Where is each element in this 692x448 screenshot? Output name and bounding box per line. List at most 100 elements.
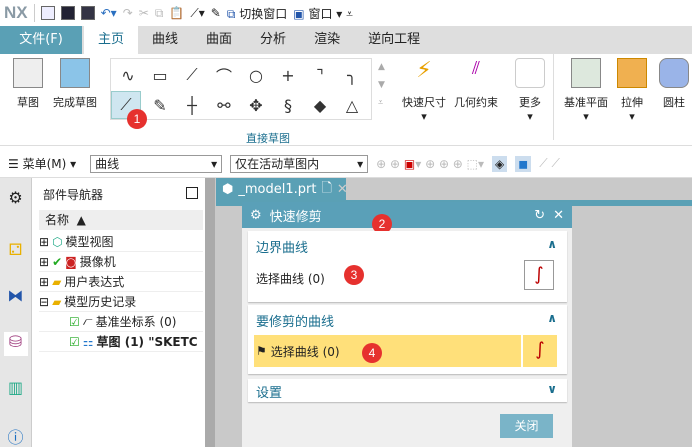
rectangle-icon[interactable]: ▭ — [145, 61, 175, 89]
collapse-icon[interactable]: ∧ — [547, 311, 557, 325]
tree-item-label: 模型视图 — [65, 235, 114, 249]
touch-mode-icon[interactable]: ✎ — [211, 6, 221, 20]
sketch-tool-icon[interactable]: ⟋▾ — [190, 6, 204, 21]
sketch-button[interactable]: 草图 — [8, 58, 48, 110]
reuse-library-icon[interactable]: ▥ — [4, 378, 28, 402]
line-icons[interactable]: ⟋ ⟋ — [539, 156, 560, 171]
window-button[interactable]: ▣ 窗口 ▾ ⩡ — [293, 5, 353, 22]
settings-icon[interactable]: ⚙ — [4, 188, 28, 212]
paste-icon[interactable]: 📋 — [169, 6, 184, 20]
constraint-navigator-icon[interactable]: ⧓ — [4, 286, 28, 310]
settings-section[interactable]: 设置 ∨ — [248, 379, 567, 402]
info-icon[interactable]: ⓘ — [4, 424, 28, 448]
chamfer-icon[interactable]: ⌝ — [305, 61, 335, 89]
snap-icons[interactable]: ⊕ ⊕ ▣▾ ⊕ ⊕ ⊕ ⬚▾ — [376, 157, 484, 171]
resource-bar: ⚙ ⚁ ⧓ ⛁ ▥ ⓘ — [0, 178, 32, 447]
close-icon[interactable]: ✕ — [553, 208, 564, 223]
tab-surface[interactable]: 曲面 — [192, 26, 246, 54]
select-curve-label[interactable]: 选择曲线 (0) — [256, 270, 325, 287]
tree-item[interactable]: ⊞ ⬡ 模型视图 — [39, 232, 203, 252]
maximize-icon[interactable] — [186, 187, 198, 199]
delete-curve-icon[interactable]: △ — [337, 91, 367, 119]
type-filter-select[interactable]: 曲线 ▾ — [90, 154, 223, 173]
save-as-icon[interactable] — [80, 6, 95, 20]
tab-file[interactable]: 文件(F) — [0, 26, 82, 54]
tab-home[interactable]: 主页 — [84, 26, 139, 54]
tree-item[interactable]: ⊞ ▰ 用户表达式 — [39, 272, 203, 292]
step-badge-4: 4 — [362, 343, 382, 363]
collapse-icon[interactable]: ∧ — [547, 237, 557, 251]
menu-button[interactable]: ☰ 菜单(M) ▾ — [8, 155, 76, 172]
tree-item[interactable]: ⊞ ✔ ◙ 摄像机 — [39, 252, 203, 272]
undo-icon[interactable]: ↶▾ — [101, 6, 117, 20]
profile-icon[interactable]: ∿ — [113, 61, 143, 89]
file-tab[interactable]: ⬢ _model1.prt 🗋 ✕ — [216, 178, 348, 201]
tree-item-label: 基准坐标系 (0) — [95, 315, 177, 329]
line-icon[interactable]: ⟋ — [177, 61, 207, 89]
gear-icon[interactable]: ⚙ — [250, 208, 262, 223]
selection-toolbar: ☰ 菜单(M) ▾ 曲线 ▾ 仅在活动草图内 ▾ ⊕ ⊕ ▣▾ ⊕ ⊕ ⊕ ⬚▾ ◈… — [0, 150, 692, 178]
curve-select-icon[interactable]: ∫ — [524, 260, 554, 290]
reset-icon[interactable]: ↻ — [534, 208, 545, 223]
cut-icon[interactable]: ✂ — [139, 6, 149, 20]
datum-plane-label: 基准平面 — [564, 96, 608, 109]
assembly-navigator-icon[interactable]: ⚁ — [4, 240, 28, 264]
circle-icon[interactable]: ○ — [241, 61, 271, 89]
quick-extend-icon[interactable]: ✎ — [145, 91, 175, 119]
save-icon[interactable] — [60, 6, 75, 20]
ribbon: 草图 完成草图 ∿ ▭ ⟋ ⌒ ○ + ⌝ ╮ ⟋ ✎ ┼ ⚯ ✥ § ◆ △ … — [0, 54, 692, 146]
arc-icon[interactable]: ⌒ — [209, 61, 239, 89]
copy-icon[interactable]: ⧉ — [155, 6, 164, 21]
resize-curve-icon[interactable]: ◆ — [305, 91, 335, 119]
finish-sketch-label: 完成草图 — [53, 96, 97, 109]
redo-icon[interactable]: ↷ — [123, 6, 133, 20]
offset-move-icon[interactable]: § — [273, 91, 303, 119]
dialog-title: 快速修剪 — [269, 209, 322, 225]
group-label: 直接草图 — [246, 132, 290, 145]
fillet-icon[interactable]: ╮ — [337, 61, 367, 89]
tab-reverse-engineering[interactable]: 逆向工程 — [354, 26, 434, 54]
tree-item[interactable]: ⊟ ▰ 模型历史记录 — [39, 292, 203, 312]
geometric-constraints-button[interactable]: ⫽ 几何约束 — [450, 58, 502, 110]
column-header-name[interactable]: 名称 ▲ — [39, 210, 203, 230]
section-title[interactable]: 边界曲线 — [256, 237, 308, 256]
cylinder-button[interactable]: 圆柱 — [656, 58, 692, 110]
splitter[interactable] — [205, 178, 215, 447]
point-icon[interactable]: + — [273, 61, 303, 89]
quick-access-toolbar: NX ↶▾ ↷ ✂ ⧉ 📋 ⟋▾ ✎ ⧉ 切换窗口 ▣ 窗口 ▾ ⩡ — [0, 0, 692, 26]
shaded-icon[interactable]: ◼ — [515, 155, 532, 172]
tab-render[interactable]: 渲染 — [300, 26, 354, 54]
tree-item[interactable]: ☑ ⦧ 基准坐标系 (0) — [39, 312, 203, 332]
move-curve-icon[interactable]: ✥ — [241, 91, 271, 119]
extrude-icon — [617, 58, 647, 88]
tree-item[interactable]: ☑ ⚏ 草图 (1) "SKETC — [39, 332, 203, 352]
modified-icon: 🗋 — [321, 180, 332, 196]
sketch-icon — [13, 58, 43, 88]
make-corner-icon[interactable]: ┼ — [177, 91, 207, 119]
derived-curve-icon[interactable]: ⚯ — [209, 91, 239, 119]
rapid-dimension-button[interactable]: ⚡ 快速尺寸 ▾ — [400, 58, 448, 123]
scope-select[interactable]: 仅在活动草图内 ▾ — [230, 154, 369, 173]
switch-window-button[interactable]: ⧉ 切换窗口 — [227, 5, 287, 22]
section-title: 设置 — [256, 386, 283, 401]
close-button[interactable]: 关闭 — [500, 414, 553, 438]
tab-curve[interactable]: 曲线 — [138, 26, 192, 54]
close-tab-icon[interactable]: ✕ — [337, 182, 348, 197]
tab-analysis[interactable]: 分析 — [246, 26, 300, 54]
extrude-button[interactable]: 拉伸 ▾ — [614, 58, 650, 123]
view-icon[interactable]: ◈ — [492, 155, 508, 172]
switch-window-label: 切换窗口 — [239, 6, 288, 21]
cylinder-icon — [659, 58, 689, 88]
select-curve-row[interactable]: ⚑ 选择曲线 (0) — [254, 335, 521, 367]
more-button[interactable]: 更多 ▾ — [510, 58, 550, 123]
part-navigator-icon[interactable]: ⛁ — [3, 332, 28, 356]
finish-sketch-button[interactable]: 完成草图 — [50, 58, 100, 110]
datum-plane-button[interactable]: 基准平面 ▾ — [560, 58, 612, 123]
section-title[interactable]: 要修剪的曲线 — [256, 311, 334, 330]
divider — [33, 4, 35, 22]
gallery-scroll[interactable]: ▲ ▼ ⩡ — [378, 58, 385, 112]
new-file-icon[interactable] — [40, 6, 55, 20]
curve-select-icon[interactable]: ∫ — [523, 335, 557, 367]
expand-icon[interactable]: ∨ — [547, 382, 557, 396]
parallel-constraint-icon: ⫽ — [471, 58, 481, 79]
